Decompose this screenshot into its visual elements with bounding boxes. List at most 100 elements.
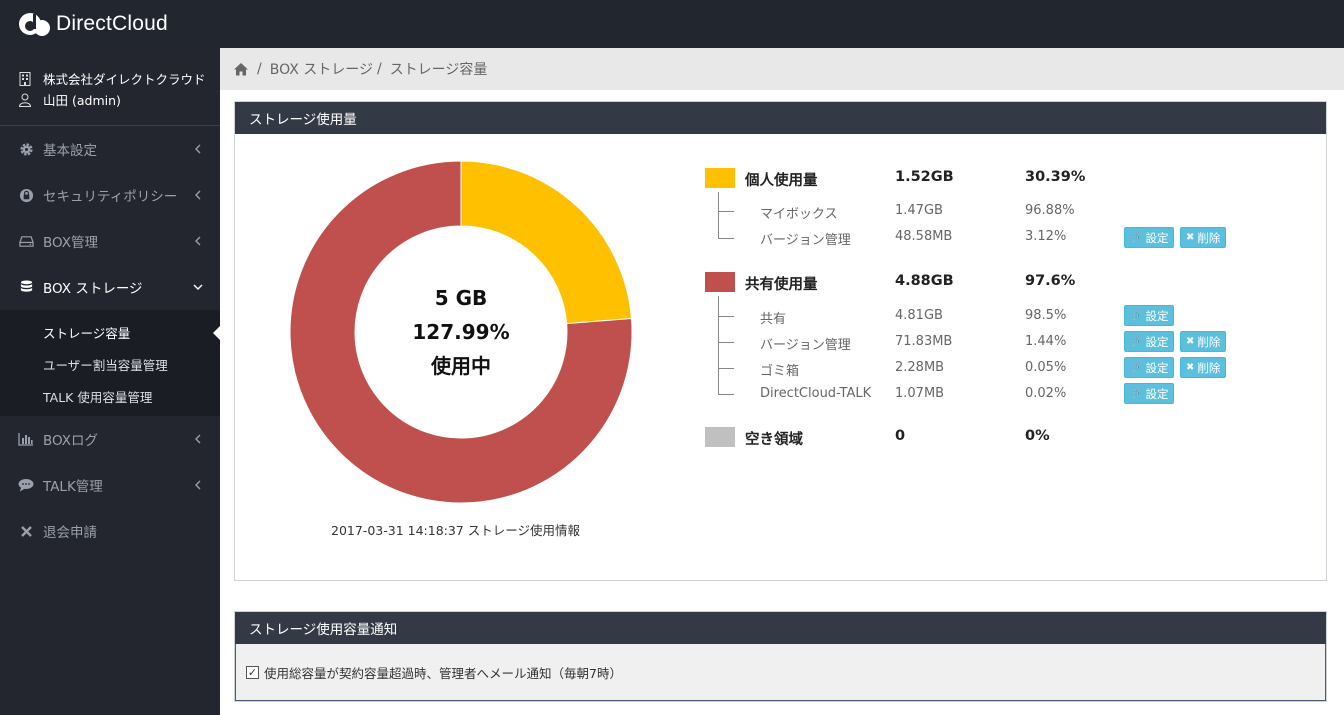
storage-notification-panel: ストレージ使用容量通知 ✓ 使用総容量が契約容量超過時、管理者へメール通知（毎朝… xyxy=(234,611,1327,702)
breadcrumb-separator: / xyxy=(376,61,382,77)
tree-line xyxy=(718,316,734,317)
sidebar-item-withdrawal[interactable]: 退会申請 xyxy=(0,508,220,554)
personal-percent: 30.39% xyxy=(1025,169,1086,185)
row-label: DirectCloud-TALK xyxy=(760,386,872,401)
bar-chart-icon xyxy=(18,431,34,447)
sidebar-item-label: TALK管理 xyxy=(43,479,103,495)
settings-button[interactable]: 🔗 設定 xyxy=(1124,383,1175,404)
tree-line xyxy=(718,238,734,239)
email-notify-label[interactable]: 使用総容量が契約容量超過時、管理者へメール通知（毎朝7時） xyxy=(264,663,622,682)
tree-line xyxy=(718,394,734,395)
notification-option: ✓ 使用総容量が契約容量超過時、管理者へメール通知（毎朝7時） xyxy=(235,644,1326,701)
button-label: 設定 xyxy=(1145,230,1169,245)
chevron-left-icon xyxy=(195,480,201,490)
usage-percent: 127.99% xyxy=(412,320,510,344)
free-label: 空き領域 xyxy=(745,432,803,448)
row-label: バージョン管理 xyxy=(760,233,851,248)
sidebar-item-talk-management[interactable]: TALK管理 xyxy=(0,462,220,508)
shared-label: 共有使用量 xyxy=(745,277,818,293)
button-label: 設定 xyxy=(1145,360,1169,375)
panel-title: ストレージ使用容量通知 xyxy=(235,612,1326,644)
legend-swatch-free xyxy=(705,427,735,447)
row-label: ゴミ箱 xyxy=(760,364,800,379)
panel-title: ストレージ使用量 xyxy=(235,102,1326,134)
free-size: 0 xyxy=(895,428,906,444)
button-label: 削除 xyxy=(1197,360,1221,375)
settings-button[interactable]: 🔗 設定 xyxy=(1124,331,1175,352)
submenu-label: ユーザー割当容量管理 xyxy=(43,357,168,373)
sidebar-item-label: BOX管理 xyxy=(43,235,99,251)
shared-percent: 97.6% xyxy=(1025,273,1076,289)
close-icon: ✖ xyxy=(1186,362,1195,373)
sidebar-item-basic-settings[interactable]: 基本設定 xyxy=(0,126,220,172)
row-label: マイボックス xyxy=(760,207,838,222)
chat-icon xyxy=(18,477,34,493)
chevron-down-icon xyxy=(193,284,203,290)
tree-line xyxy=(718,342,734,343)
company-name: 株式会社ダイレクトクラウド xyxy=(43,72,206,87)
breadcrumb-box-storage[interactable]: BOX ストレージ xyxy=(270,59,373,79)
link-icon: 🔗 xyxy=(1130,310,1143,321)
link-icon: 🔗 xyxy=(1130,232,1143,243)
delete-button[interactable]: ✖ 削除 xyxy=(1180,227,1227,248)
row-size: 2.28MB xyxy=(895,360,945,375)
brand-logo[interactable]: DirectCloud xyxy=(18,10,168,38)
breadcrumb-separator: / xyxy=(257,61,262,77)
row-size: 71.83MB xyxy=(895,334,953,349)
current-indicator xyxy=(213,326,220,340)
delete-button[interactable]: ✖ 削除 xyxy=(1180,357,1227,378)
user-icon xyxy=(18,93,32,107)
row-percent: 1.44% xyxy=(1025,334,1067,349)
chevron-left-icon xyxy=(195,144,201,154)
settings-button[interactable]: 🔗 設定 xyxy=(1124,357,1175,378)
building-icon xyxy=(19,71,31,86)
sidebar-item-security-policy[interactable]: セキュリティポリシー xyxy=(0,172,220,218)
row-size: 1.47GB xyxy=(895,203,943,218)
usage-timestamp: 2017-03-31 14:18:37 ストレージ使用情報 xyxy=(331,523,580,538)
email-notify-checkbox[interactable]: ✓ xyxy=(246,665,259,679)
close-icon: ✖ xyxy=(1186,232,1195,243)
tree-line xyxy=(718,296,719,394)
sidebar: 株式会社ダイレクトクラウド 山田 (admin) 基本設定 セキュリティポリシー… xyxy=(0,48,220,715)
database-icon xyxy=(18,279,34,295)
drive-icon xyxy=(18,233,34,249)
shared-size: 4.88GB xyxy=(895,273,954,289)
tree-line xyxy=(718,211,734,212)
legend-swatch-shared xyxy=(705,272,735,292)
chevron-left-icon xyxy=(195,236,201,246)
user-name: 山田 (admin) xyxy=(43,93,121,108)
sidebar-item-box-storage[interactable]: BOX ストレージ xyxy=(0,264,220,310)
brand-name: DirectCloud xyxy=(56,12,168,35)
sidebar-item-box-log[interactable]: BOXログ xyxy=(0,416,220,462)
chevron-left-icon xyxy=(195,190,201,200)
close-icon xyxy=(18,523,34,539)
link-icon: 🔗 xyxy=(1130,336,1143,347)
tree-line xyxy=(718,192,719,238)
button-label: 削除 xyxy=(1197,334,1221,349)
submenu-storage-capacity[interactable]: ストレージ容量 xyxy=(0,316,220,348)
row-label: バージョン管理 xyxy=(760,338,851,353)
tree-line xyxy=(718,368,734,369)
delete-button[interactable]: ✖ 削除 xyxy=(1180,331,1227,352)
settings-button[interactable]: 🔗 設定 xyxy=(1124,305,1175,326)
personal-size: 1.52GB xyxy=(895,169,954,185)
personal-label: 個人使用量 xyxy=(745,173,818,189)
row-percent: 98.5% xyxy=(1025,308,1067,323)
settings-button[interactable]: 🔗 設定 xyxy=(1124,227,1175,248)
row-percent: 0.05% xyxy=(1025,360,1067,375)
sidebar-item-label: 基本設定 xyxy=(43,143,97,159)
sidebar-item-box-management[interactable]: BOX管理 xyxy=(0,218,220,264)
home-icon[interactable] xyxy=(233,62,249,76)
chevron-left-icon xyxy=(195,434,201,444)
link-icon: 🔗 xyxy=(1130,362,1143,373)
submenu-user-quota[interactable]: ユーザー割当容量管理 xyxy=(0,348,220,380)
close-icon: ✖ xyxy=(1186,336,1195,347)
button-label: 設定 xyxy=(1145,334,1169,349)
sidebar-item-label: BOX ストレージ xyxy=(43,281,143,297)
lock-icon xyxy=(18,187,34,203)
button-label: 設定 xyxy=(1145,386,1169,401)
donut-center: 5 GB 127.99% 使用中 xyxy=(290,161,632,503)
submenu-talk-usage[interactable]: TALK 使用容量管理 xyxy=(0,380,220,412)
breadcrumb: / BOX ストレージ / ストレージ容量 xyxy=(220,48,1344,90)
sidebar-item-label: 退会申請 xyxy=(43,525,97,541)
